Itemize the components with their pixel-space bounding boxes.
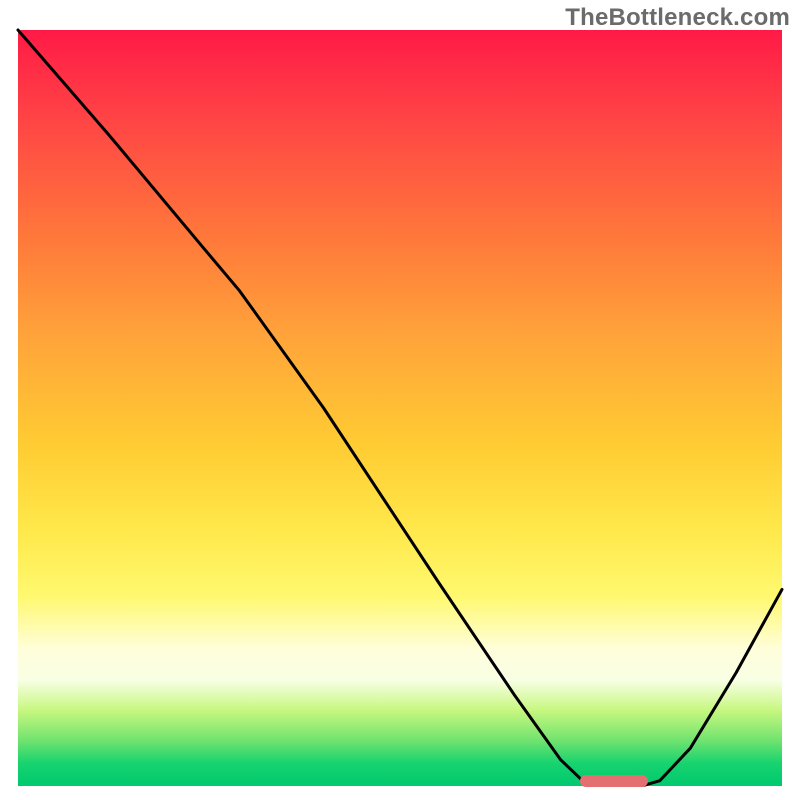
chart-container: TheBottleneck.com [0, 0, 800, 800]
bottleneck-curve [0, 0, 800, 800]
optimal-range-marker [580, 775, 649, 787]
watermark-text: TheBottleneck.com [565, 4, 790, 32]
